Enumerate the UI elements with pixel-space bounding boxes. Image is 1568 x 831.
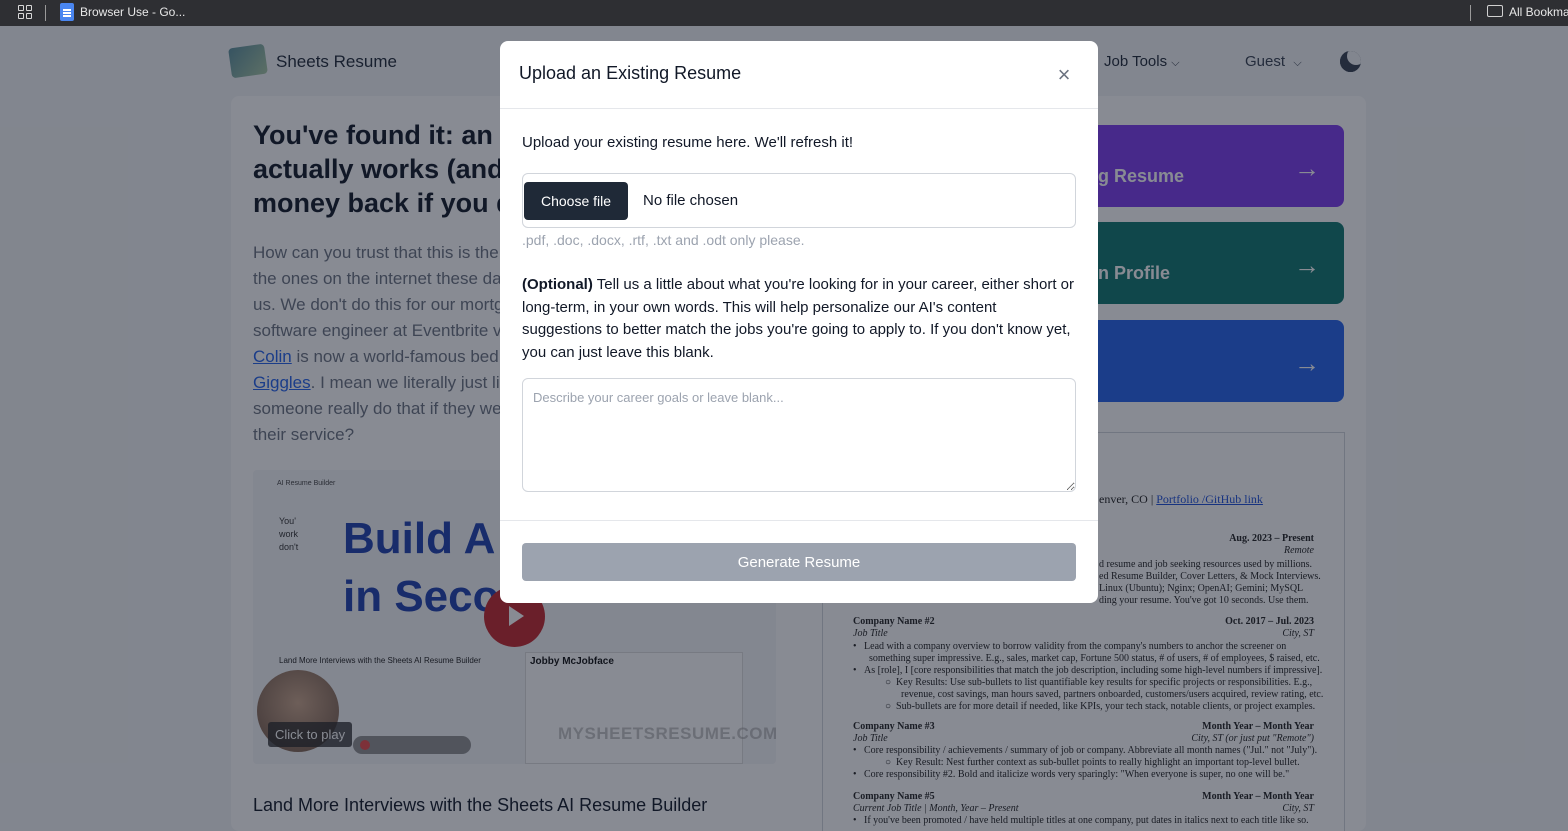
career-goals-description: (Optional) Tell us a little about what y… bbox=[522, 274, 1078, 364]
optional-label: (Optional) bbox=[522, 276, 593, 293]
career-goals-textarea[interactable] bbox=[522, 378, 1076, 492]
toolbar-divider bbox=[45, 5, 46, 21]
upload-resume-modal: Upload an Existing Resume × Upload your … bbox=[500, 41, 1098, 603]
close-icon[interactable]: × bbox=[1054, 64, 1074, 86]
generate-resume-button[interactable]: Generate Resume bbox=[522, 543, 1076, 581]
folder-icon bbox=[1487, 5, 1503, 17]
modal-header-divider bbox=[500, 108, 1098, 109]
modal-footer-divider bbox=[500, 520, 1098, 521]
google-docs-icon bbox=[60, 3, 74, 21]
apps-grid-icon[interactable] bbox=[18, 5, 32, 19]
all-bookmarks-link[interactable]: All Bookma bbox=[1509, 5, 1568, 19]
modal-intro-text: Upload your existing resume here. We'll … bbox=[522, 134, 854, 151]
toolbar-divider bbox=[1470, 5, 1471, 21]
file-input[interactable]: Choose file No file chosen bbox=[522, 173, 1076, 228]
file-status-text: No file chosen bbox=[643, 192, 739, 209]
bookmark-browser-use[interactable]: Browser Use - Go... bbox=[80, 5, 185, 19]
browser-bookmarks-bar: Browser Use - Go... All Bookma bbox=[0, 0, 1568, 26]
choose-file-button[interactable]: Choose file bbox=[524, 182, 628, 220]
modal-title: Upload an Existing Resume bbox=[519, 63, 742, 83]
file-type-hint: .pdf, .doc, .docx, .rtf, .txt and .odt o… bbox=[522, 232, 805, 248]
optional-description: Tell us a little about what you're looki… bbox=[522, 276, 1074, 361]
